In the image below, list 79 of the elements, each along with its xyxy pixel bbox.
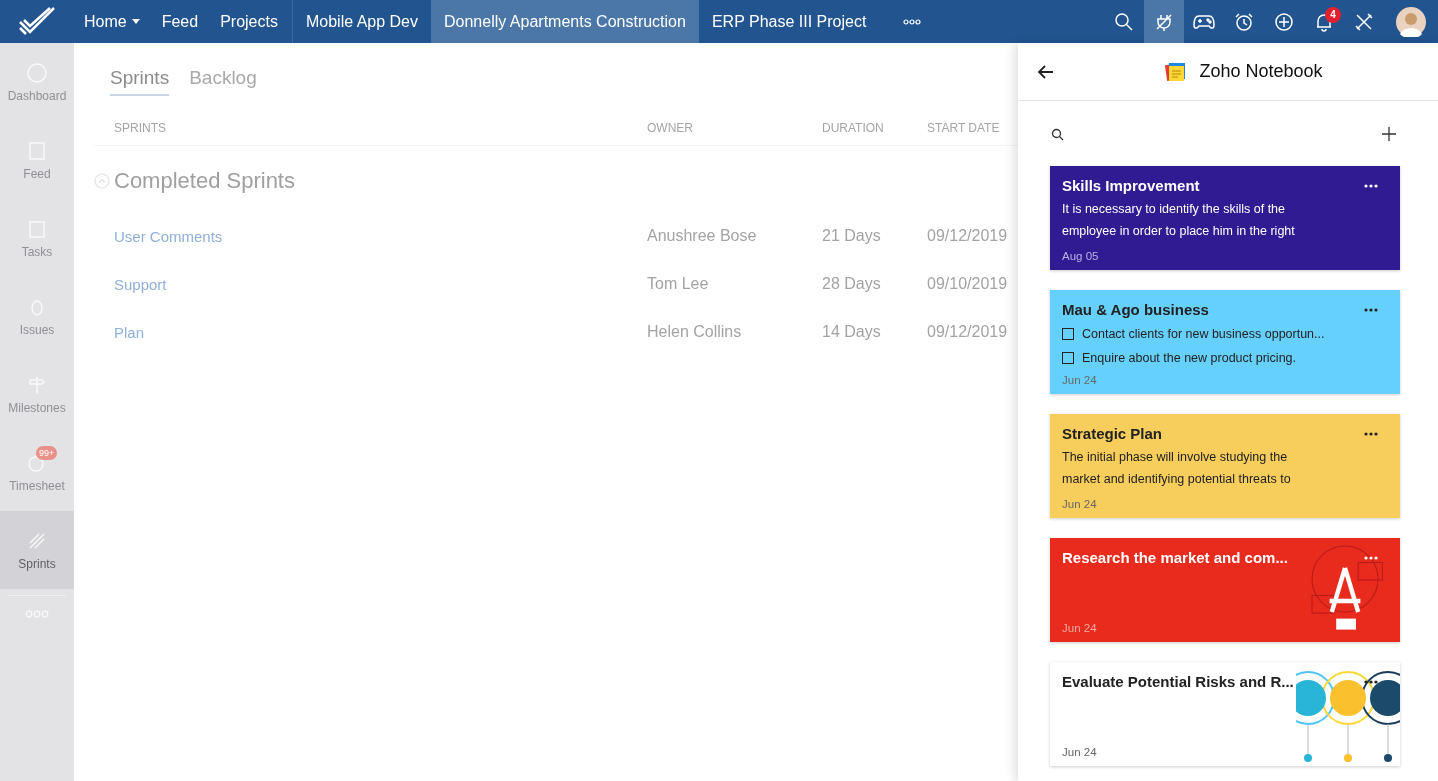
sidebar-item[interactable]: Feed	[0, 121, 74, 199]
sidebar-item[interactable]: Dashboard	[0, 43, 74, 121]
project-tab[interactable]: Donnelly Apartments Construction	[431, 0, 699, 43]
add-icon[interactable]	[1382, 127, 1396, 141]
duration-cell-text: 28 Days	[822, 275, 882, 293]
project-tab[interactable]: ERP Phase III Project	[698, 0, 880, 43]
caret-icon	[131, 19, 140, 24]
more-icon[interactable]	[903, 18, 922, 25]
note-title: Strategic Plan	[1062, 425, 1163, 442]
sidebar-item[interactable]: 99+ Timesheet	[0, 433, 74, 511]
search-icon[interactable]	[1051, 127, 1064, 141]
more-icon[interactable]	[1364, 679, 1378, 684]
owner-cell-text: Anushree Bose	[647, 227, 758, 245]
column-header: SPRINTS	[114, 121, 167, 135]
note-date: Jun 24	[1062, 498, 1098, 510]
notification-badge: 4	[1325, 7, 1341, 23]
gamepad-icon	[1193, 12, 1215, 31]
note-title: Evaluate Potential Risks and R...	[1062, 673, 1294, 690]
note-date: Aug 05	[1062, 250, 1100, 262]
duration-cell-text: 21 Days	[822, 227, 882, 245]
toolbar-button[interactable]: 4	[1304, 0, 1344, 43]
notebook-logo	[1165, 60, 1188, 83]
checkbox[interactable]	[1062, 352, 1074, 364]
sidebar-item[interactable]: Milestones	[0, 355, 74, 433]
duration-cell-text: 14 Days	[822, 323, 882, 341]
more-icon[interactable]	[1364, 307, 1378, 312]
note-text: market and identifying potential threats to	[1062, 471, 1292, 488]
date-cell-text: 09/12/2019	[927, 323, 1009, 341]
note-card[interactable]: Evaluate Potential Risks and R... Jun 24	[1050, 662, 1400, 766]
column-header: OWNER	[647, 121, 694, 135]
search-icon	[1114, 11, 1134, 32]
bell-icon	[1314, 11, 1334, 32]
nav-link[interactable]: Feed	[161, 12, 199, 31]
column-header: START DATE	[927, 121, 1001, 135]
note-text: The initial phase will involve studying the	[1062, 449, 1289, 466]
column-header: DURATION	[822, 121, 885, 135]
more-icon[interactable]	[1364, 183, 1378, 188]
plug-icon	[1154, 11, 1174, 32]
note-text: It is necessary to identify the skills of the	[1062, 201, 1287, 218]
view-tab[interactable]: Backlog	[189, 67, 257, 94]
group-title: Completed Sprints	[114, 168, 295, 194]
checklist-item: Enquire about the new product pricing.	[1082, 351, 1297, 365]
sprint-link[interactable]: User Comments	[114, 227, 647, 245]
sidebar-item[interactable]: Sprints	[0, 511, 74, 589]
panel-title: Zoho Notebook	[1199, 61, 1323, 82]
back-arrow-icon[interactable]	[1038, 64, 1054, 79]
note-date: Jun 24	[1062, 746, 1098, 758]
note-card[interactable]: Mau & Ago business Contact clients for new business opportun... Enquire about the new product pricing. Jun 24	[1050, 290, 1400, 394]
note-date: Jun 24	[1062, 622, 1098, 634]
sidebar-item[interactable]: Tasks	[0, 199, 74, 277]
nav-link[interactable]: Projects	[220, 12, 278, 31]
plus-circle-icon	[1274, 11, 1294, 32]
note-title: Skills Improvement	[1062, 177, 1200, 194]
owner-cell-text: Helen Collins	[647, 323, 743, 341]
nav-link[interactable]: Home	[84, 12, 140, 31]
date-cell-text: 09/12/2019	[927, 227, 1009, 245]
alarm-clock-icon	[1234, 11, 1254, 32]
project-tab[interactable]: Mobile App Dev	[292, 0, 431, 43]
tools-icon	[1354, 11, 1374, 32]
more-icon[interactable]	[1364, 431, 1378, 436]
note-text: employee in order to place him in the right	[1062, 223, 1296, 240]
owner-cell-text: Tom Lee	[647, 275, 710, 293]
date-cell-text: 09/10/2019	[927, 275, 1009, 293]
toolbar-button[interactable]	[1144, 0, 1184, 43]
checkmark-logo[interactable]	[18, 6, 58, 36]
note-card[interactable]: Skills Improvement It is necessary to identify the skills of the employee in order to place him in the right Aug 05	[1050, 166, 1400, 270]
note-card[interactable]: Strategic Plan The initial phase will involve studying the market and identifying potential threats to Jun 24	[1050, 414, 1400, 518]
checkbox[interactable]	[1062, 328, 1074, 340]
sprint-link[interactable]: Plan	[114, 323, 647, 341]
sidebar-item[interactable]: Issues	[0, 277, 74, 355]
note-title: Research the market and com...	[1062, 549, 1288, 566]
count-badge: 99+	[36, 445, 58, 460]
view-tab[interactable]: Sprints	[110, 67, 170, 96]
note-title: Mau & Ago business	[1062, 301, 1209, 318]
sprint-link[interactable]: Support	[114, 275, 647, 293]
avatar[interactable]	[1396, 6, 1426, 37]
note-card[interactable]: Research the market and com... Jun 24	[1050, 538, 1400, 642]
checklist-item: Contact clients for new business opportun...	[1082, 327, 1325, 341]
note-date: Jun 24	[1062, 374, 1098, 386]
